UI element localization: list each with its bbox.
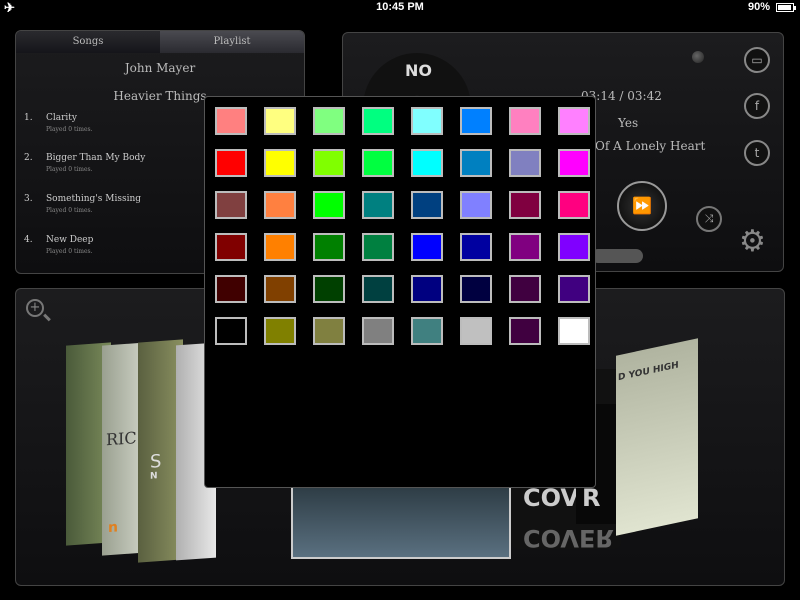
- color-swatch[interactable]: [313, 107, 345, 135]
- status-bar: ✈ 10:45 PM 90%: [0, 0, 800, 16]
- cover-title-ric: RIC: [106, 428, 137, 450]
- color-swatch[interactable]: [558, 191, 590, 219]
- facebook-button[interactable]: f: [744, 93, 770, 119]
- color-picker-popover: [204, 96, 596, 488]
- track-play-count: Played 0 times.: [46, 207, 93, 214]
- color-swatch[interactable]: [362, 317, 394, 345]
- color-swatch[interactable]: [460, 275, 492, 303]
- album-cover-center[interactable]: [291, 479, 511, 559]
- color-swatch[interactable]: [313, 275, 345, 303]
- color-swatch[interactable]: [460, 233, 492, 261]
- color-swatch[interactable]: [215, 191, 247, 219]
- track-row[interactable]: 2. Bigger Than My Body Played 0 times.: [24, 153, 145, 173]
- color-swatch[interactable]: [264, 107, 296, 135]
- color-swatch[interactable]: [264, 233, 296, 261]
- now-playing-title: Yes: [618, 116, 639, 130]
- fast-forward-button[interactable]: ⏩: [617, 181, 667, 231]
- color-swatch[interactable]: [411, 233, 443, 261]
- color-swatch[interactable]: [509, 233, 541, 261]
- twitter-button[interactable]: t: [744, 140, 770, 166]
- track-title: Clarity: [46, 113, 78, 123]
- track-number: 3.: [24, 194, 33, 204]
- color-swatch[interactable]: [460, 107, 492, 135]
- shuffle-button[interactable]: ⤨: [696, 206, 722, 232]
- color-swatch[interactable]: [558, 149, 590, 177]
- track-play-count: Played 0 times.: [46, 166, 93, 173]
- window-icon: ▭: [751, 53, 763, 67]
- color-swatch[interactable]: [558, 317, 590, 345]
- status-time: 10:45 PM: [376, 1, 424, 13]
- color-swatch[interactable]: [264, 149, 296, 177]
- cover-reflection: COVER: [523, 524, 614, 552]
- album-cover[interactable]: D YOU HIGH: [616, 338, 698, 536]
- songs-tabs: Songs Playlist: [16, 31, 304, 53]
- color-swatch[interactable]: [362, 107, 394, 135]
- now-playing-album: Of A Lonely Heart: [595, 139, 706, 153]
- track-row[interactable]: 1. Clarity Played 0 times.: [24, 113, 93, 133]
- color-swatch[interactable]: [558, 275, 590, 303]
- color-swatch[interactable]: [313, 317, 345, 345]
- color-swatch[interactable]: [313, 191, 345, 219]
- color-swatch[interactable]: [509, 317, 541, 345]
- color-swatch[interactable]: [460, 191, 492, 219]
- color-swatch[interactable]: [509, 275, 541, 303]
- track-number: 4.: [24, 235, 33, 245]
- settings-gear-icon[interactable]: ⚙: [739, 227, 766, 257]
- cover-logo-n: n: [108, 519, 118, 537]
- track-title: Something's Missing: [46, 194, 142, 204]
- color-swatch[interactable]: [509, 107, 541, 135]
- cover-title-n: N: [150, 471, 158, 482]
- facebook-icon: f: [754, 99, 760, 113]
- color-swatch[interactable]: [313, 149, 345, 177]
- color-swatch[interactable]: [215, 317, 247, 345]
- color-swatch[interactable]: [362, 149, 394, 177]
- track-number: 2.: [24, 153, 33, 163]
- status-led: [692, 51, 704, 63]
- color-swatch[interactable]: [264, 275, 296, 303]
- color-swatch[interactable]: [264, 317, 296, 345]
- track-play-count: Played 0 times.: [46, 126, 93, 133]
- color-swatch[interactable]: [264, 191, 296, 219]
- color-swatch[interactable]: [362, 233, 394, 261]
- track-title: New Deep: [46, 235, 94, 245]
- color-swatch[interactable]: [460, 317, 492, 345]
- tab-playlist[interactable]: Playlist: [160, 31, 304, 53]
- color-swatch[interactable]: [411, 275, 443, 303]
- color-swatch[interactable]: [509, 191, 541, 219]
- color-swatch[interactable]: [411, 149, 443, 177]
- twitter-icon: t: [754, 146, 760, 160]
- cover-title-s: S: [150, 450, 162, 473]
- vinyl-label: NO: [405, 61, 432, 80]
- color-swatch[interactable]: [460, 149, 492, 177]
- volume-slider[interactable]: [591, 249, 643, 263]
- artist-name: John Mayer: [124, 61, 196, 75]
- track-row[interactable]: 4. New Deep Played 0 times.: [24, 235, 93, 255]
- track-row[interactable]: 3. Something's Missing Played 0 times.: [24, 194, 141, 214]
- track-play-count: Played 0 times.: [46, 248, 93, 255]
- cover-title-r: R: [582, 484, 601, 512]
- color-swatch[interactable]: [362, 275, 394, 303]
- color-swatch[interactable]: [509, 149, 541, 177]
- color-swatch[interactable]: [411, 191, 443, 219]
- color-swatch[interactable]: [215, 107, 247, 135]
- battery-icon: [776, 3, 796, 12]
- zoom-in-icon[interactable]: +: [26, 299, 44, 317]
- color-swatch[interactable]: [362, 191, 394, 219]
- color-swatch[interactable]: [411, 107, 443, 135]
- color-swatch[interactable]: [558, 233, 590, 261]
- fast-forward-icon: ⏩: [632, 196, 652, 215]
- tab-songs[interactable]: Songs: [16, 31, 160, 53]
- window-button[interactable]: ▭: [744, 47, 770, 73]
- color-swatch[interactable]: [215, 149, 247, 177]
- color-swatch[interactable]: [313, 233, 345, 261]
- shuffle-icon: ⤨: [704, 212, 714, 225]
- color-swatch[interactable]: [558, 107, 590, 135]
- color-swatch[interactable]: [215, 275, 247, 303]
- color-swatch[interactable]: [411, 317, 443, 345]
- track-title: Bigger Than My Body: [46, 153, 146, 163]
- color-swatch[interactable]: [215, 233, 247, 261]
- cover-title-you-high: D YOU HIGH: [618, 360, 679, 384]
- track-number: 1.: [24, 113, 33, 123]
- battery-percentage: 90%: [747, 1, 770, 13]
